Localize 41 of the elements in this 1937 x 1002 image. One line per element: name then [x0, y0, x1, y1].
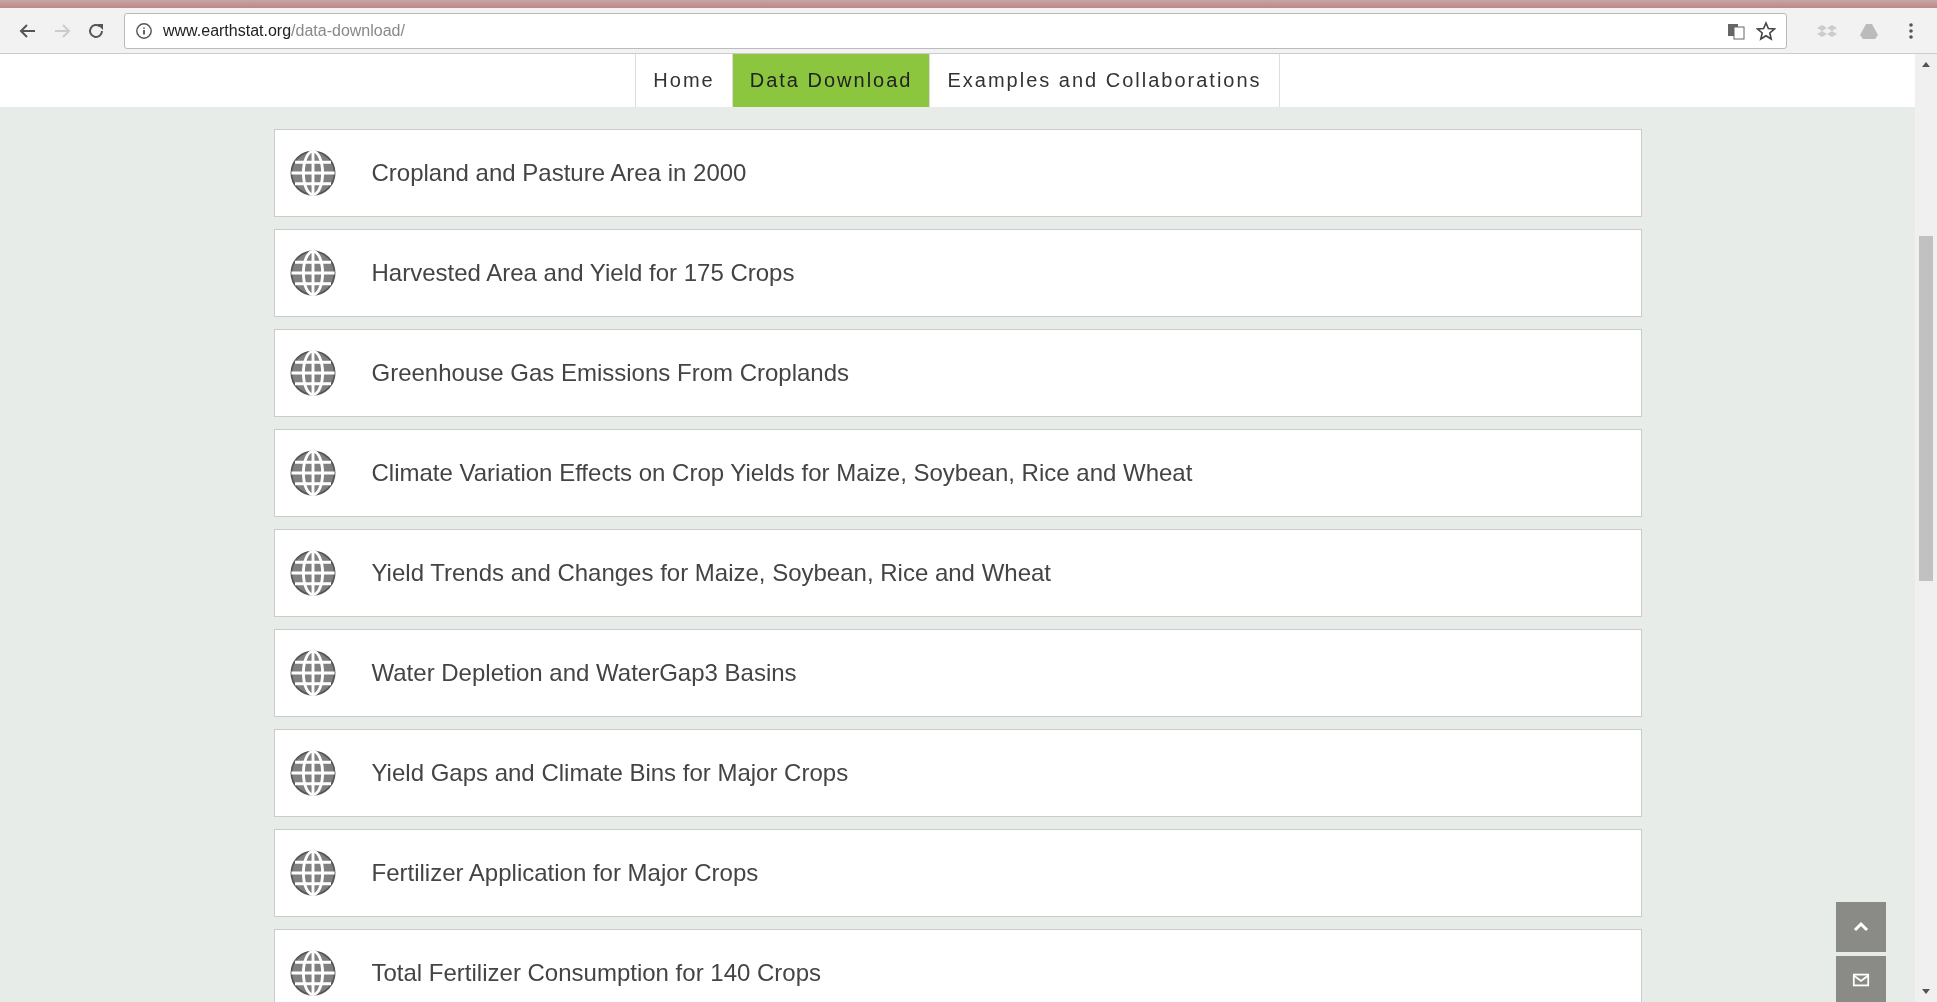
- dataset-title: Climate Variation Effects on Crop Yields for Maize, Soybean, Rice and Wheat: [371, 459, 1193, 487]
- dataset-title: Total Fertilizer Consumption for 140 Crops: [371, 959, 822, 987]
- envelope-icon: [1852, 971, 1870, 989]
- dataset-card[interactable]: Fertilizer Application for Major Crops: [273, 829, 1642, 917]
- dataset-title: Harvested Area and Yield for 175 Crops: [371, 259, 795, 287]
- scroll-down-arrow-icon[interactable]: [1921, 986, 1931, 996]
- dataset-title: Yield Trends and Changes for Maize, Soybean, Rice and Wheat: [371, 559, 1051, 587]
- info-icon[interactable]: [135, 21, 153, 40]
- globe-icon: [288, 949, 337, 997]
- globe-icon: [288, 849, 337, 897]
- scroll-thumb[interactable]: [1919, 236, 1933, 581]
- dataset-title: Cropland and Pasture Area in 2000: [371, 159, 747, 187]
- dataset-title: Yield Gaps and Climate Bins for Major Crops: [371, 759, 849, 787]
- nav-tab[interactable]: Home: [635, 54, 732, 107]
- dataset-title: Water Depletion and WaterGap3 Basins: [371, 659, 797, 687]
- dataset-card[interactable]: Cropland and Pasture Area in 2000: [273, 129, 1642, 217]
- dataset-card[interactable]: Water Depletion and WaterGap3 Basins: [273, 629, 1642, 717]
- url-host: www.earthstat.org: [163, 21, 292, 40]
- url-path: /data-download/: [291, 21, 405, 40]
- globe-icon: [288, 749, 337, 797]
- dataset-title: Greenhouse Gas Emissions From Croplands: [371, 359, 850, 387]
- dataset-card[interactable]: Greenhouse Gas Emissions From Croplands: [273, 329, 1642, 417]
- dataset-card[interactable]: Yield Gaps and Climate Bins for Major Crops: [273, 729, 1642, 817]
- scrollbar[interactable]: [1915, 54, 1937, 1002]
- star-icon[interactable]: [1756, 20, 1776, 41]
- nav-tab[interactable]: Examples and Collaborations: [929, 54, 1280, 107]
- dataset-card[interactable]: Yield Trends and Changes for Maize, Soybean, Rice and Wheat: [273, 529, 1642, 617]
- globe-icon: [288, 449, 337, 497]
- dataset-title: Fertilizer Application for Major Crops: [371, 859, 759, 887]
- globe-icon: [288, 349, 337, 397]
- globe-icon: [288, 549, 337, 597]
- globe-icon: [288, 649, 337, 697]
- dataset-card[interactable]: Total Fertilizer Consumption for 140 Crops: [273, 929, 1642, 1002]
- dataset-card[interactable]: Climate Variation Effects on Crop Yields for Maize, Soybean, Rice and Wheat: [273, 429, 1642, 517]
- scroll-up-arrow-icon[interactable]: [1921, 60, 1931, 70]
- globe-icon: [288, 149, 337, 197]
- globe-icon: [288, 249, 337, 297]
- address-bar[interactable]: www.earthstat.org/data-download/: [124, 12, 1787, 49]
- dataset-card[interactable]: Harvested Area and Yield for 175 Crops: [273, 229, 1642, 317]
- email-button[interactable]: [1836, 956, 1886, 1002]
- nav-tab[interactable]: Data Download: [731, 54, 930, 107]
